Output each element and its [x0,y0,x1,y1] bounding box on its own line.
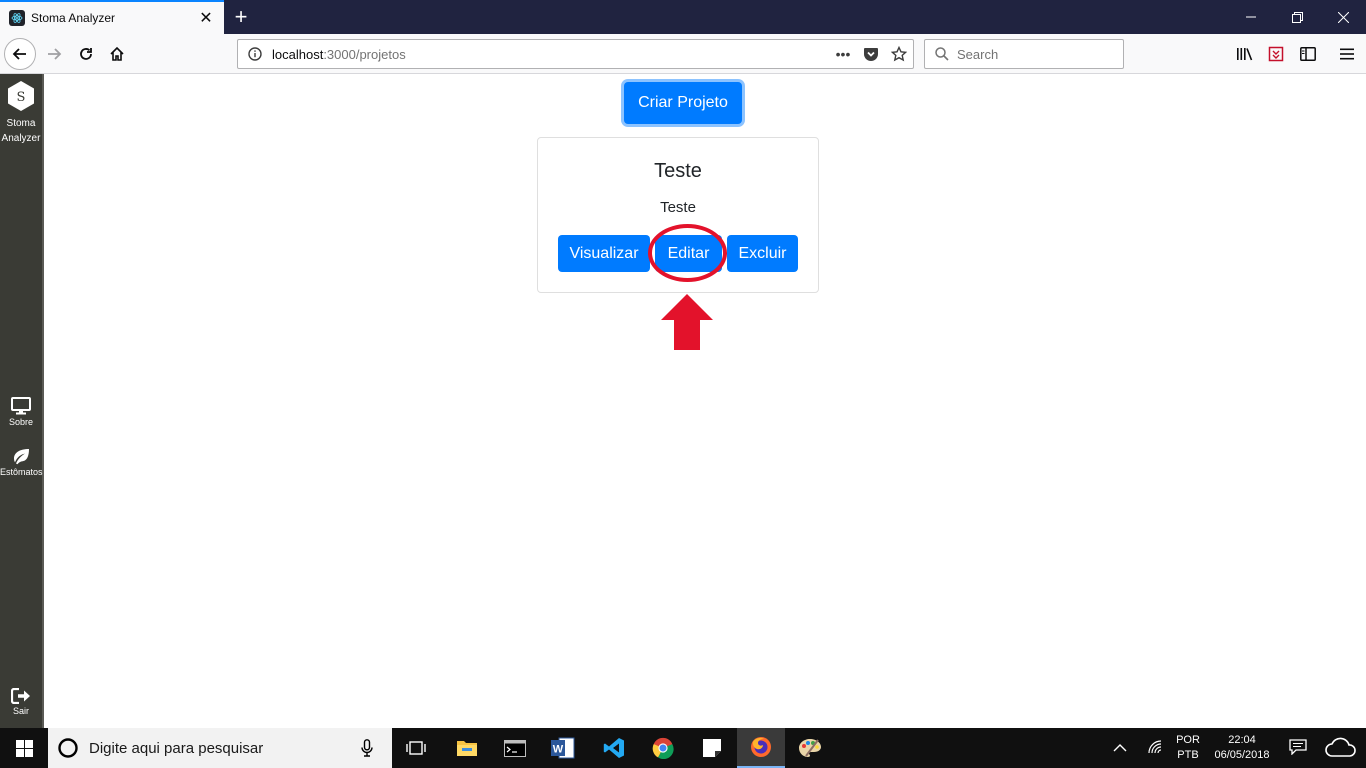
sticky-notes-icon [703,739,721,757]
task-view-icon [406,741,426,755]
edit-project-button[interactable]: Editar [655,235,722,272]
sidebar-item-label: Sair [12,706,29,716]
sidebar-item-estomatos[interactable]: Estômatos [0,448,43,477]
reload-button[interactable] [70,38,102,70]
clock-date: 06/05/2018 [1214,749,1270,761]
page-actions-icon[interactable]: ••• [829,40,857,68]
task-view-button[interactable] [392,728,440,768]
bookmark-star-icon[interactable] [885,40,913,68]
close-tab-icon[interactable]: ✕ [194,6,218,30]
reload-icon [80,48,92,60]
library-button[interactable] [1228,38,1260,70]
firefox-icon [751,737,771,757]
leaf-icon [14,449,29,465]
annotation-up-arrow-icon [661,294,713,350]
sidebar-toggle-button[interactable] [1292,38,1324,70]
tab-strip: Stoma Analyzer ✕ + [0,0,1366,34]
home-icon [110,46,124,61]
taskbar-command-prompt[interactable] [491,728,539,768]
monitor-icon [11,397,31,415]
restore-icon[interactable] [1274,0,1320,34]
taskbar-file-explorer[interactable] [443,728,491,768]
sign-out-icon [11,688,30,704]
home-button[interactable] [101,38,133,70]
url-text[interactable]: localhost:3000/projetos [272,47,829,62]
url-host: localhost [272,46,324,62]
sidebar-item-label: Sobre [8,417,34,427]
site-info-icon[interactable] [246,45,264,63]
microphone-icon[interactable] [361,739,373,757]
react-favicon-icon [9,10,25,26]
taskbar-word[interactable]: W [539,728,587,768]
vscode-icon [603,738,624,758]
brand-line-2: Analyzer [1,133,41,144]
url-path: :3000/projetos [323,46,406,62]
keyboard-layout: PTB [1177,749,1199,761]
sidebar-item-label: Estômatos [0,467,43,477]
pocket-icon[interactable] [857,40,885,68]
network-icon[interactable] [1147,739,1167,757]
project-card: Teste Teste Visualizar Editar Excluir [537,137,819,293]
sidebar-item-sair[interactable]: Sair [0,688,42,716]
taskbar-search-input[interactable] [89,739,349,757]
new-tab-icon[interactable]: + [228,4,254,30]
forward-arrow-icon [48,48,62,60]
minimize-icon[interactable] [1228,0,1274,34]
browser-search-input[interactable] [957,46,1117,62]
paint-palette-icon [799,739,821,757]
language-code: POR [1176,734,1200,746]
brand-line-1: Stoma [6,118,36,129]
navigation-toolbar: localhost:3000/projetos ••• [0,34,1366,74]
browser-search-box[interactable] [924,39,1124,69]
taskbar-vscode[interactable] [590,728,638,768]
clock-time: 22:04 [1228,734,1256,746]
svg-text:W: W [553,744,564,756]
forward-button[interactable] [38,38,70,70]
extension-icon [1268,46,1284,62]
delete-project-button[interactable]: Excluir [727,235,798,272]
windows-logo-icon [15,739,33,757]
main-content: Criar Projeto Teste Teste Visualizar Edi… [46,74,1366,728]
action-center-icon[interactable] [1289,739,1309,757]
start-button[interactable] [0,728,48,768]
view-project-button[interactable]: Visualizar [558,235,650,272]
taskbar-firefox[interactable] [737,728,785,768]
menu-button[interactable] [1331,38,1363,70]
chrome-icon [652,737,674,759]
taskbar-clock[interactable]: 22:04 06/05/2018 [1206,733,1278,763]
taskbar-paint[interactable] [786,728,834,768]
windows-taskbar: W POR PTB 22:04 06/05/2018 [0,728,1366,768]
project-description: Teste [660,199,696,216]
create-project-button[interactable]: Criar Projeto [624,82,742,124]
taskbar-sticky-notes[interactable] [688,728,736,768]
search-icon [933,45,951,63]
app-sidebar: S Stoma Analyzer Sobre Estômatos Sair [0,74,44,728]
taskbar-search-box[interactable] [48,728,392,768]
terminal-icon [504,739,526,757]
sidebar-toggle-icon [1300,47,1316,61]
close-window-icon[interactable] [1320,0,1366,34]
folder-icon [457,741,477,756]
sidebar-item-sobre[interactable]: Sobre [0,397,42,427]
logo-letter: S [17,90,26,105]
word-icon: W [551,737,575,759]
back-arrow-icon [12,48,26,60]
onedrive-cloud-icon[interactable] [1324,736,1360,760]
cortana-icon [58,738,78,758]
app-logo[interactable]: S [6,80,36,112]
show-hidden-icons-chevron-icon[interactable] [1113,740,1131,756]
taskbar-chrome[interactable] [639,728,687,768]
extension-button[interactable] [1260,38,1292,70]
address-bar[interactable]: localhost:3000/projetos ••• [237,39,914,69]
input-language[interactable]: POR PTB [1170,733,1206,763]
sidebar-brand: Stoma Analyzer [0,116,42,146]
tab-title: Stoma Analyzer [31,11,116,25]
hamburger-menu-icon [1340,48,1354,60]
browser-tab[interactable]: Stoma Analyzer ✕ [0,0,224,34]
back-button[interactable] [4,38,36,70]
project-title: Teste [654,160,702,182]
library-icon [1236,48,1252,61]
